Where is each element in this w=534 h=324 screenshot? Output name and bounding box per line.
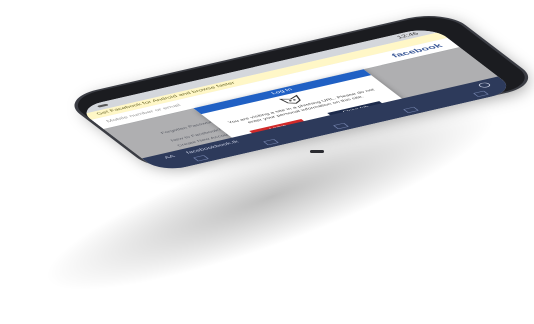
forward-icon[interactable]	[263, 138, 279, 146]
side-button	[310, 150, 324, 153]
bookmarks-icon[interactable]	[403, 106, 419, 114]
tabs-icon[interactable]	[473, 90, 489, 97]
back-icon[interactable]	[193, 155, 209, 162]
signal-icon	[96, 103, 109, 108]
reader-mode-button[interactable]: AA	[163, 155, 176, 160]
share-icon[interactable]	[333, 122, 349, 130]
reload-icon[interactable]	[476, 81, 493, 89]
